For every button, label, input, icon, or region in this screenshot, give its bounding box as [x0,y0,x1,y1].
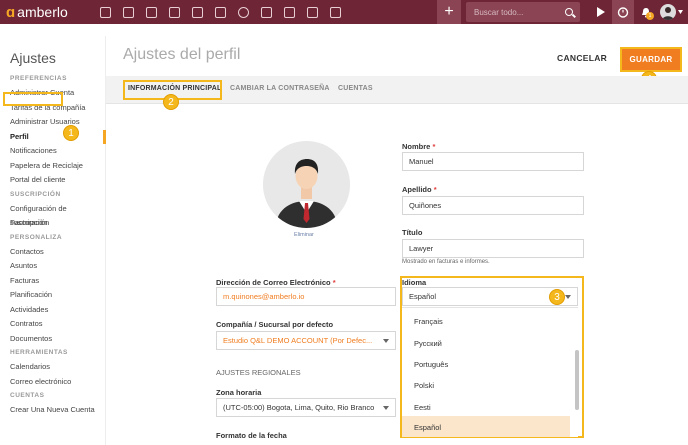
sidebar-item-correo[interactable]: Correo electrónico [0,375,105,390]
cancel-button[interactable]: CANCELAR [557,53,607,63]
save-button[interactable]: GUARDAR [620,47,682,72]
tab-cambiar-contrasena[interactable]: CAMBIAR LA CONTRASEÑA [230,85,330,92]
user-menu[interactable] [657,0,685,24]
sidebar-item-documentos[interactable]: Documentos [0,332,105,347]
sidebar-item-notificaciones[interactable]: Notificaciones [0,144,105,159]
language-option-francais[interactable]: Français [402,310,570,331]
sidebar-item-facturas[interactable]: Facturas [0,274,105,289]
timezone-select[interactable]: (UTC-05:00) Bogota, Lima, Quito, Rio Bra… [216,398,396,417]
sidebar-item-actividades[interactable]: Actividades [0,303,105,318]
highlight-perfil [3,92,63,106]
sidebar-title: Ajustes [10,50,56,66]
notifications-bell-icon[interactable]: 1 [635,0,657,24]
dashboard-icon[interactable] [94,0,117,24]
search-icon[interactable] [558,2,580,22]
reports-icon[interactable] [324,0,347,24]
sidebar-item-papelera[interactable]: Papelera de Reciclaje [0,159,105,174]
sidebar-item-portal[interactable]: Portal del cliente [0,173,105,188]
regional-settings-heading: AJUSTES REGIONALES [216,368,301,377]
email-label: Dirección de Correo Electrónico * [216,278,336,287]
titulo-hint: Mostrado en facturas e informes. [402,259,490,265]
step-marker-1: 1 [63,125,79,141]
step-marker-2: 2 [163,94,179,110]
history-icon[interactable] [232,0,255,24]
play-icon[interactable] [589,0,611,24]
matters-icon[interactable] [140,0,163,24]
sidebar-item-contratos[interactable]: Contratos [0,317,105,332]
mail-icon[interactable] [301,0,324,24]
nombre-label: Nombre * [402,142,436,151]
language-options-list: Français Русский Português Polski Eesti … [402,307,578,437]
folder-icon[interactable] [255,0,278,24]
chevron-down-icon [383,339,389,343]
search-input[interactable]: Buscar todo... [466,8,558,17]
sidebar-section-suscripcion: SUSCRIPCIÓN [10,190,61,198]
apellido-input[interactable]: Quiñones [402,196,584,215]
remove-photo-link[interactable]: Eliminar [294,232,314,238]
sidebar-section-personaliza: PERSONALIZA [10,233,63,241]
chevron-down-icon [677,10,683,14]
tab-cuentas[interactable]: CUENTAS [338,85,373,92]
dateformat-label: Formato de la fecha [216,431,287,440]
logo-text: amberlo [17,4,68,20]
titulo-input[interactable]: Lawyer [402,239,584,258]
sidebar-section-herramientas: HERRAMIENTAS [10,349,68,356]
company-select[interactable]: Estudio Q&L DEMO ACCOUNT (Por Defec... [216,331,396,350]
sidebar-item-facturacion[interactable]: Facturación [0,216,105,231]
company-label: Compañía / Sucursal por defecto [216,320,334,329]
profile-photo[interactable] [263,141,350,228]
language-option-espanol[interactable]: Español [402,416,570,437]
timezone-select-value: (UTC-05:00) Bogota, Lima, Quito, Rio Bra… [223,403,375,412]
timezone-label: Zona horaria [216,388,262,397]
apellido-label: Apellido * [402,185,437,194]
idioma-label: Idioma [402,278,427,287]
titulo-label: Título [402,228,423,237]
sidebar-item-crear-cuenta[interactable]: Crear Una Nueva Cuenta [0,403,105,418]
billing-icon[interactable] [163,0,186,24]
amberlo-logo-icon: ɑ [6,3,16,21]
company-select-value: Estudio Q&L DEMO ACCOUNT (Por Defec... [223,336,373,345]
language-list-scrollbar[interactable] [575,350,579,410]
bank-icon[interactable] [186,0,209,24]
sidebar-item-asuntos[interactable]: Asuntos [0,259,105,274]
person-avatar-icon [263,141,350,228]
email-input[interactable]: m.quinones@amberlo.io [216,287,396,306]
sidebar-item-config-suscripcion[interactable]: Configuración de suscripción [0,202,105,228]
user-avatar [659,4,676,20]
page-title: Ajustes del perfil [123,46,241,63]
chevron-down-icon [383,406,389,410]
sidebar-section-cuentas: CUENTAS [10,392,45,399]
global-search[interactable]: Buscar todo... [466,2,580,22]
plus-icon: + [444,3,454,20]
language-option-polski[interactable]: Polski [402,374,570,395]
timer-icon[interactable] [612,0,634,24]
sidebar-section-preferencias: PREFERENCIAS [10,75,67,82]
sidebar-item-contactos[interactable]: Contactos [0,245,105,260]
logo[interactable]: ɑ amberlo [0,0,94,24]
add-new-button[interactable]: + [437,0,461,24]
calendar-icon[interactable] [209,0,232,24]
document-icon[interactable] [278,0,301,24]
idioma-select-value: Español [409,292,437,301]
contacts-icon[interactable] [117,0,140,24]
sidebar-item-planificacion[interactable]: Planificación [0,288,105,303]
chevron-down-icon [565,295,571,299]
language-option-eesti[interactable]: Eesti [402,396,570,417]
notification-badge: 1 [646,12,654,20]
language-option-portugues[interactable]: Português [402,353,570,374]
language-option-russian[interactable]: Русский [402,332,570,353]
top-navbar: ɑ amberlo + Buscar todo... 1 [0,0,688,24]
sidebar-item-perfil[interactable]: Perfil [0,129,106,145]
module-nav [94,0,347,24]
sidebar-item-administrar-usuarios[interactable]: Administrar Usuarios [0,115,105,130]
nombre-input[interactable]: Manuel [402,152,584,171]
step-marker-3: 3 [549,289,565,305]
sidebar-item-calendarios[interactable]: Calendarios [0,360,105,375]
